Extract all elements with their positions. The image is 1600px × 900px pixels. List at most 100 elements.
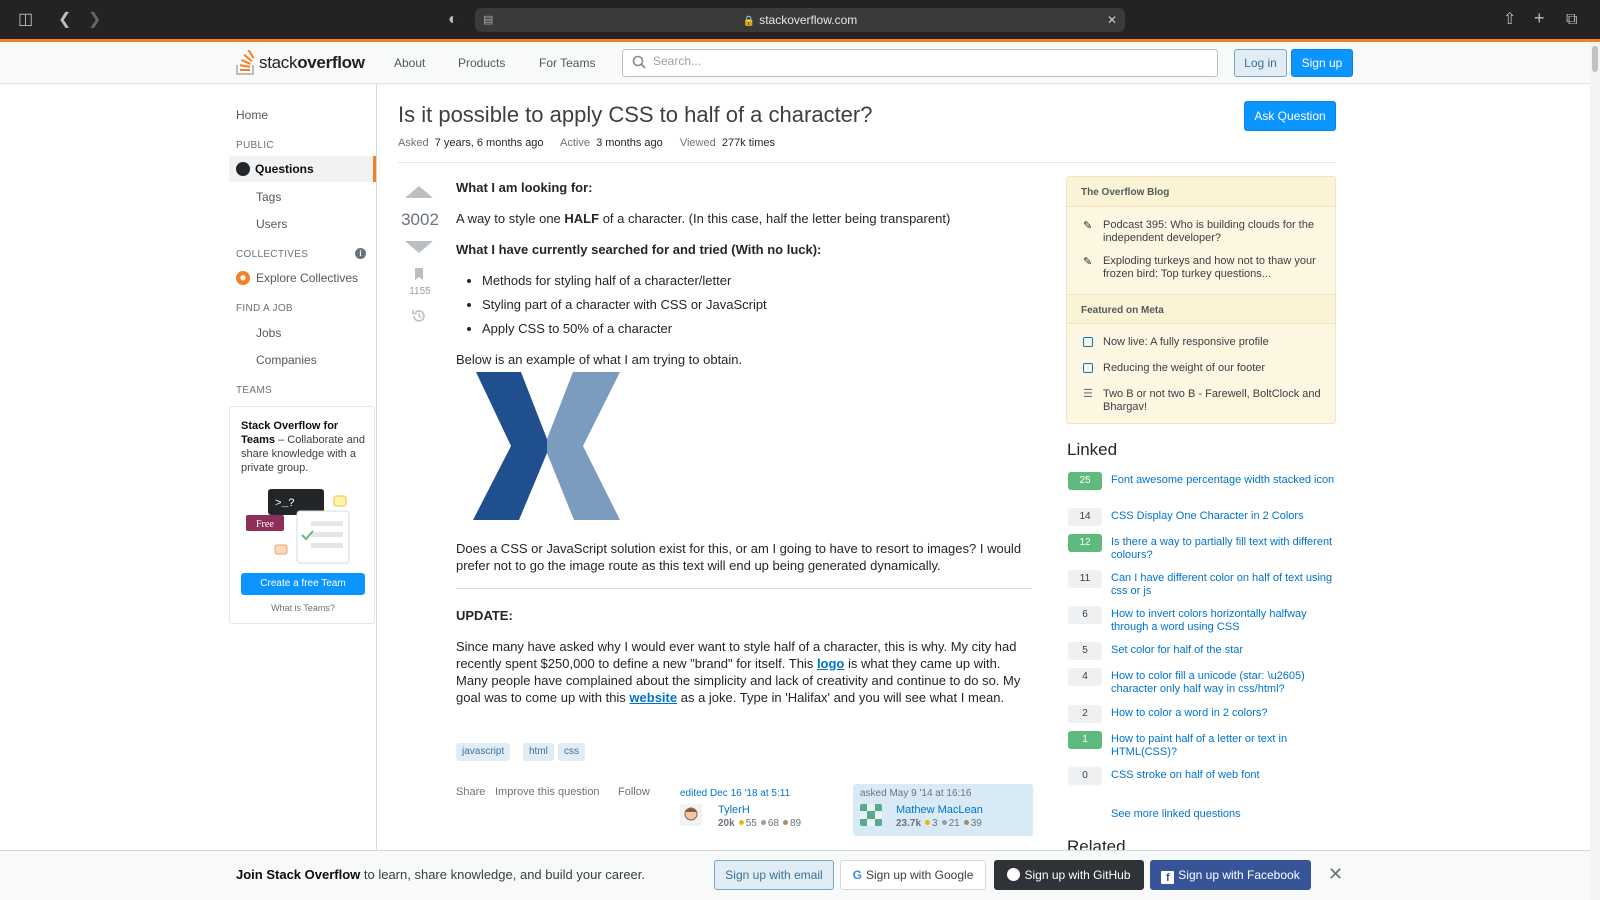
avatar[interactable] bbox=[860, 804, 882, 826]
improve-question-link[interactable]: Improve this question bbox=[495, 786, 600, 798]
signup-google-button[interactable]: G Sign up with Google bbox=[840, 860, 986, 890]
meta-item[interactable]: Now live: A fully responsive profile bbox=[1103, 336, 1331, 349]
bookmark-icon[interactable] bbox=[414, 268, 424, 280]
page-title[interactable]: Is it possible to apply CSS to half of a… bbox=[398, 102, 872, 128]
forward-icon[interactable]: ❯ bbox=[88, 12, 101, 28]
list-item: Styling part of a character with CSS or … bbox=[482, 296, 767, 320]
linked-question-link[interactable]: Is there a way to partially fill text wi… bbox=[1111, 536, 1337, 562]
looking-for-heading: What I am looking for: bbox=[456, 180, 593, 195]
linked-score-badge: 14 bbox=[1068, 508, 1102, 526]
privacy-shield-icon[interactable]: ◐ bbox=[448, 12, 458, 28]
tabs-overview-icon[interactable]: ⧉ bbox=[1566, 12, 1577, 28]
back-icon[interactable]: ❮ bbox=[58, 12, 71, 28]
linked-score-badge: 6 bbox=[1068, 606, 1102, 624]
scrollbar-thumb[interactable] bbox=[1592, 46, 1598, 72]
linked-question-link[interactable]: How to paint half of a letter or text in… bbox=[1111, 733, 1337, 759]
sidebar-item-home[interactable]: Home bbox=[236, 108, 268, 122]
signup-github-button[interactable]: Sign up with GitHub bbox=[994, 860, 1144, 890]
example-intro: Below is an example of what I am trying … bbox=[456, 352, 743, 367]
vote-count: 3002 bbox=[401, 210, 439, 229]
left-sidebar: Home PUBLIC Questions Tags Users COLLECT… bbox=[229, 84, 377, 850]
asked-value[interactable]: 7 years, 6 months ago bbox=[435, 137, 544, 149]
github-icon bbox=[1007, 868, 1021, 881]
search-input[interactable] bbox=[653, 54, 1193, 68]
new-tab-icon[interactable]: + bbox=[1534, 9, 1545, 27]
blog-item[interactable]: Exploding turkeys and how not to thaw yo… bbox=[1103, 255, 1331, 281]
info-icon[interactable]: i bbox=[355, 248, 366, 259]
sidebar-item-questions[interactable]: Questions bbox=[229, 156, 376, 182]
tried-list: Methods for styling half of a character/… bbox=[482, 272, 767, 344]
style-half-paragraph: A way to style one HALF of a character. … bbox=[456, 211, 951, 226]
close-icon[interactable]: ✕ bbox=[1328, 864, 1343, 885]
meta-post-icon bbox=[1083, 363, 1093, 373]
list-item: Methods for styling half of a character/… bbox=[482, 272, 767, 296]
search-box[interactable] bbox=[622, 49, 1218, 77]
ask-question-button[interactable]: Ask Question bbox=[1244, 101, 1336, 131]
linked-score-badge: 11 bbox=[1068, 570, 1102, 588]
linked-question-link[interactable]: How to color fill a unicode (star: \u260… bbox=[1111, 670, 1337, 696]
search-icon bbox=[632, 55, 646, 69]
website-link[interactable]: website bbox=[629, 690, 677, 705]
downvote-arrow-icon[interactable] bbox=[405, 241, 433, 253]
login-button[interactable]: Log in bbox=[1234, 49, 1287, 77]
facebook-icon: f bbox=[1161, 871, 1175, 884]
blog-heading: The Overflow Blog bbox=[1067, 177, 1335, 207]
scrollbar[interactable] bbox=[1590, 42, 1600, 900]
clear-url-icon[interactable]: ✕ bbox=[1107, 8, 1117, 32]
meta-heading: Featured on Meta bbox=[1067, 294, 1335, 324]
linked-question-link[interactable]: How to invert colors horizontally halfwa… bbox=[1111, 608, 1337, 634]
what-is-teams-link[interactable]: What is Teams? bbox=[230, 603, 376, 613]
asked-label: Asked bbox=[398, 137, 429, 149]
sidebar-item-tags[interactable]: Tags bbox=[256, 190, 281, 204]
asker-name-link[interactable]: Mathew MacLean bbox=[896, 804, 983, 816]
share-icon[interactable]: ⇧ bbox=[1503, 12, 1516, 28]
url-text: stackoverflow.com bbox=[759, 13, 858, 27]
edited-time-link[interactable]: edited Dec 16 '18 at 5:11 bbox=[680, 788, 790, 799]
linked-score-badge: 25 bbox=[1068, 472, 1102, 490]
active-value[interactable]: 3 months ago bbox=[596, 137, 663, 149]
linked-score-badge: 1 bbox=[1068, 731, 1102, 749]
sidebar-item-explore-collectives[interactable]: Explore Collectives bbox=[256, 271, 358, 285]
logo-wordmark: stackoverflow bbox=[259, 53, 365, 72]
sidebar-heading-teams: TEAMS bbox=[236, 385, 272, 396]
linked-question-link[interactable]: CSS Display One Character in 2 Colors bbox=[1111, 510, 1337, 523]
address-bar[interactable]: ▤ 🔒 stackoverflow.com ✕ bbox=[475, 8, 1125, 32]
stackoverflow-logo[interactable]: stackoverflow bbox=[235, 50, 365, 76]
follow-link[interactable]: Follow bbox=[618, 786, 650, 798]
signup-button[interactable]: Sign up bbox=[1291, 49, 1353, 77]
nav-products[interactable]: Products bbox=[458, 56, 505, 70]
solution-question: Does a CSS or JavaScript solution exist … bbox=[456, 541, 1022, 573]
create-team-button[interactable]: Create a free Team bbox=[241, 573, 365, 595]
linked-score-badge: 5 bbox=[1068, 642, 1102, 660]
linked-question-link[interactable]: How to color a word in 2 colors? bbox=[1111, 707, 1337, 720]
sidebar-item-companies[interactable]: Companies bbox=[256, 353, 317, 367]
tag-css[interactable]: css bbox=[558, 743, 585, 761]
meta-item[interactable]: Two B or not two B - Farewell, BoltClock… bbox=[1103, 388, 1331, 414]
sidebar-item-users[interactable]: Users bbox=[256, 217, 287, 231]
nav-about[interactable]: About bbox=[394, 56, 425, 70]
linked-question-link[interactable]: Can I have different color on half of te… bbox=[1111, 572, 1337, 598]
upvote-arrow-icon[interactable] bbox=[405, 186, 433, 198]
linked-question-link[interactable]: Font awesome percentage width stacked ic… bbox=[1111, 474, 1337, 487]
google-icon: G bbox=[852, 868, 862, 882]
reader-icon[interactable]: ▤ bbox=[483, 8, 493, 32]
sidebar-toggle-icon[interactable]: ◫ bbox=[18, 12, 33, 28]
tag-javascript[interactable]: javascript bbox=[456, 743, 511, 761]
logo-link[interactable]: logo bbox=[817, 656, 844, 671]
tag-html[interactable]: html bbox=[523, 743, 554, 761]
linked-question-link[interactable]: CSS stroke on half of web font bbox=[1111, 769, 1337, 782]
avatar[interactable] bbox=[680, 804, 702, 826]
editor-name-link[interactable]: TylerH bbox=[718, 804, 750, 816]
signup-facebook-button[interactable]: f Sign up with Facebook bbox=[1150, 860, 1311, 890]
share-link[interactable]: Share bbox=[456, 786, 485, 798]
nav-for-teams[interactable]: For Teams bbox=[539, 56, 595, 70]
linked-question-link[interactable]: Set color for half of the star bbox=[1111, 644, 1337, 657]
signup-email-button[interactable]: Sign up with email bbox=[714, 860, 834, 890]
history-icon[interactable] bbox=[411, 308, 427, 324]
blog-item[interactable]: Podcast 395: Who is building clouds for … bbox=[1103, 219, 1331, 245]
sidebar-item-jobs[interactable]: Jobs bbox=[256, 326, 281, 340]
see-more-linked-link[interactable]: See more linked questions bbox=[1111, 808, 1241, 820]
banner-text: Join Stack Overflow to learn, share know… bbox=[236, 867, 645, 882]
linked-score-badge: 2 bbox=[1068, 705, 1102, 723]
meta-item[interactable]: Reducing the weight of our footer bbox=[1103, 362, 1331, 375]
